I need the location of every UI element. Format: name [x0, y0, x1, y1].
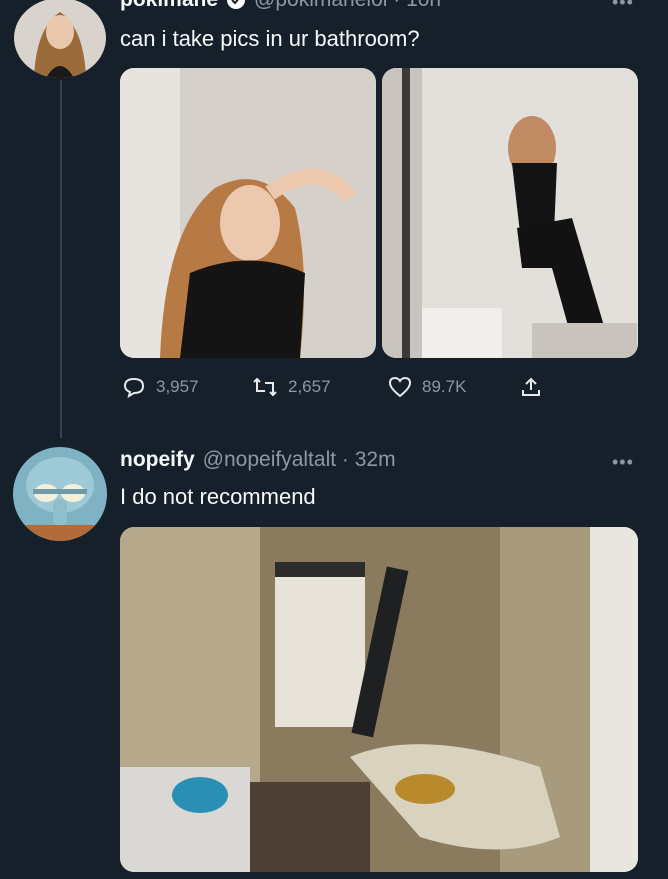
tweet2-header: nopeify @nopeifyaltalt · 32m	[120, 448, 396, 472]
author-handle-time[interactable]: @nopeifyaltalt · 32m	[203, 448, 396, 472]
tweet1-photo-left[interactable]	[120, 68, 376, 358]
share-action[interactable]	[520, 376, 542, 398]
retweet-count: 2,657	[288, 377, 331, 396]
tweet2-text: I do not recommend	[120, 484, 316, 509]
thread-line	[60, 80, 62, 438]
tweet1-photo-right[interactable]	[382, 68, 638, 358]
more-options-icon[interactable]: •••	[612, 452, 634, 473]
heart-icon	[388, 376, 412, 398]
like-action[interactable]: 89.7K	[388, 376, 466, 398]
avatar-pokimane[interactable]	[14, 0, 106, 78]
retweet-icon	[252, 376, 278, 398]
more-options-icon[interactable]: •••	[612, 0, 634, 13]
verified-badge-icon	[226, 0, 246, 10]
reply-action[interactable]: 3,957	[122, 376, 199, 398]
reply-icon	[122, 376, 146, 398]
author-name[interactable]: nopeify	[120, 448, 195, 472]
retweet-action[interactable]: 2,657	[252, 376, 331, 398]
tweet2-photo[interactable]	[120, 527, 638, 872]
author-name[interactable]: pokimane	[120, 0, 218, 12]
share-icon	[520, 376, 542, 398]
tweet1-text: can i take pics in ur bathroom?	[120, 26, 420, 51]
tweet1-header: pokimane @pokimanelol · 10h	[120, 0, 441, 12]
avatar-nopeify[interactable]	[13, 447, 107, 541]
like-count: 89.7K	[422, 377, 467, 396]
author-handle-time[interactable]: @pokimanelol · 10h	[254, 0, 441, 12]
reply-count: 3,957	[156, 377, 199, 396]
